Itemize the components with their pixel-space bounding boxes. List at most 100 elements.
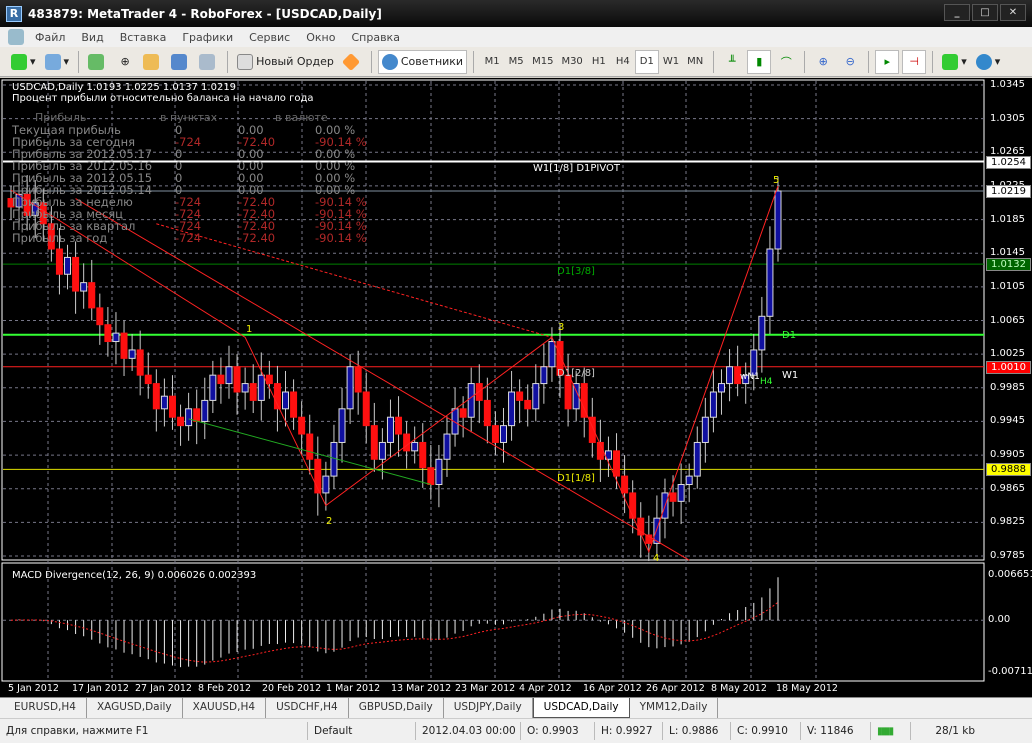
timeframe-m1[interactable]: M1	[480, 50, 504, 74]
h4-label: H4	[760, 377, 773, 387]
timeframe-m15[interactable]: M15	[528, 50, 557, 74]
bullish-candle	[774, 190, 782, 250]
zoom-out-button[interactable]: ⊖	[838, 50, 862, 74]
timeframe-h1[interactable]: H1	[587, 50, 611, 74]
wave-2-label: 2	[326, 516, 333, 527]
bullish-candle	[411, 441, 419, 452]
bullish-candle	[64, 256, 72, 275]
crosshair-icon: ⊕	[120, 55, 130, 68]
chart-tab[interactable]: YMM12,Daily	[630, 698, 719, 718]
d1-28-label: D1[2/8]	[557, 368, 595, 379]
chart-tab[interactable]: USDCAD,Daily	[532, 698, 630, 718]
x-tick-label: 23 Mar 2012	[455, 683, 516, 694]
timeframe-w1[interactable]: W1	[659, 50, 683, 74]
bearish-candle	[144, 374, 152, 385]
profit-row-pct: -90.14 %	[315, 231, 367, 245]
chart-shift-button[interactable]: ⊣	[902, 49, 927, 74]
candlestick-button[interactable]: ▮	[747, 49, 772, 74]
new-chart-button[interactable]: ▾	[8, 50, 39, 74]
bullish-candle	[548, 341, 556, 368]
crosshair-button[interactable]: ⊕	[113, 50, 137, 74]
bearish-candle	[177, 416, 185, 427]
macd-axis-min: -0.00711	[988, 666, 1032, 677]
chart-window-icon[interactable]	[8, 29, 24, 45]
timeframe-group: M1 M5 M15 M30 H1 H4 D1 W1 MN	[480, 49, 707, 74]
timeframe-h4[interactable]: H4	[611, 50, 635, 74]
bar-chart-button[interactable]: ╨	[720, 50, 744, 74]
chart-tab[interactable]: EURUSD,H4	[4, 698, 87, 718]
bullish-candle	[435, 458, 443, 486]
bullish-candle	[499, 425, 507, 443]
bullish-candle	[467, 383, 475, 418]
x-tick-label: 1 Mar 2012	[326, 683, 381, 694]
timeframe-mn[interactable]: MN	[683, 50, 707, 74]
status-volume: V: 11846	[801, 722, 871, 740]
menu-help[interactable]: Справка	[343, 31, 407, 44]
alert-button[interactable]	[340, 50, 365, 74]
indicators-button[interactable]: ▾	[939, 50, 970, 74]
macd-signal-line	[10, 601, 779, 663]
d1-18-label: D1[1/8]	[557, 473, 595, 484]
x-tick-label: 5 Jan 2012	[8, 683, 59, 694]
bearish-candle	[427, 467, 435, 486]
chart-tab[interactable]: USDCHF,H4	[266, 698, 349, 718]
menu-charts[interactable]: Графики	[174, 31, 241, 44]
bullish-candle	[378, 441, 386, 460]
price-chart[interactable]: Прибыль в пунктах в валюте Текущая прибыль 0…	[0, 78, 1032, 697]
close-button[interactable]: ✕	[1000, 4, 1026, 21]
navigator-button[interactable]	[140, 50, 165, 74]
y-tick-label: 0.9945	[990, 415, 1025, 427]
maximize-button[interactable]: □	[972, 4, 998, 21]
timeframe-m30[interactable]: M30	[557, 50, 586, 74]
terminal-button[interactable]	[168, 50, 193, 74]
line-chart-button[interactable]: ⌒	[774, 50, 798, 74]
bearish-candle	[88, 282, 96, 309]
market-watch-button[interactable]	[85, 50, 110, 74]
menu-view[interactable]: Вид	[73, 31, 111, 44]
chart-tab[interactable]: USDJPY,Daily	[444, 698, 533, 718]
bullish-candle	[185, 408, 193, 427]
menu-tools[interactable]: Сервис	[241, 31, 298, 44]
y-tick-label: 1.0305	[990, 112, 1025, 124]
bullish-candle	[80, 282, 88, 292]
chart-shift-icon: ⊣	[909, 55, 920, 68]
level-price-label: 0.9888	[986, 463, 1031, 477]
bullish-candle	[758, 315, 766, 351]
periods-button[interactable]: ▾	[973, 50, 1004, 74]
menu-insert[interactable]: Вставка	[112, 31, 175, 44]
bar-chart-icon: ╨	[728, 55, 736, 68]
level-price-label: 1.0219	[986, 184, 1031, 198]
timeframe-m5[interactable]: M5	[504, 50, 528, 74]
chart-tab[interactable]: XAGUSD,Daily	[87, 698, 183, 718]
autoscroll-button[interactable]: ▸	[875, 49, 900, 74]
menu-file[interactable]: Файл	[27, 31, 73, 44]
bearish-candle	[55, 248, 63, 275]
profiles-button[interactable]: ▾	[42, 50, 73, 74]
x-tick-label: 16 Apr 2012	[583, 683, 642, 694]
tester-button[interactable]	[196, 50, 221, 74]
bearish-candle	[621, 475, 629, 494]
new-order-label: Новый Ордер	[256, 55, 334, 68]
chart-tab[interactable]: XAUUSD,H4	[183, 698, 267, 718]
bearish-candle	[483, 399, 491, 427]
y-tick-label: 0.9785	[990, 550, 1025, 561]
autoscroll-icon: ▸	[884, 55, 890, 68]
new-order-button[interactable]: Новый Ордер	[234, 50, 337, 74]
bearish-candle	[104, 324, 112, 343]
experts-icon	[381, 53, 398, 70]
menu-window[interactable]: Окно	[298, 31, 343, 44]
chart-canvas[interactable]	[0, 78, 1032, 697]
bullish-candle	[160, 395, 168, 410]
experts-label: Советники	[400, 55, 464, 68]
chart-tab[interactable]: GBPUSD,Daily	[349, 698, 444, 718]
experts-button[interactable]: Советники	[377, 49, 468, 74]
minimize-button[interactable]: _	[944, 4, 970, 21]
new-chart-icon	[11, 53, 27, 70]
bearish-candle	[669, 492, 677, 502]
x-tick-label: 13 Mar 2012	[391, 683, 452, 694]
bullish-candle	[386, 416, 394, 443]
y-tick-label: 1.0345	[990, 79, 1025, 90]
timeframe-d1[interactable]: D1	[634, 49, 659, 74]
bullish-candle	[685, 475, 693, 486]
zoom-in-button[interactable]: ⊕	[811, 50, 835, 74]
